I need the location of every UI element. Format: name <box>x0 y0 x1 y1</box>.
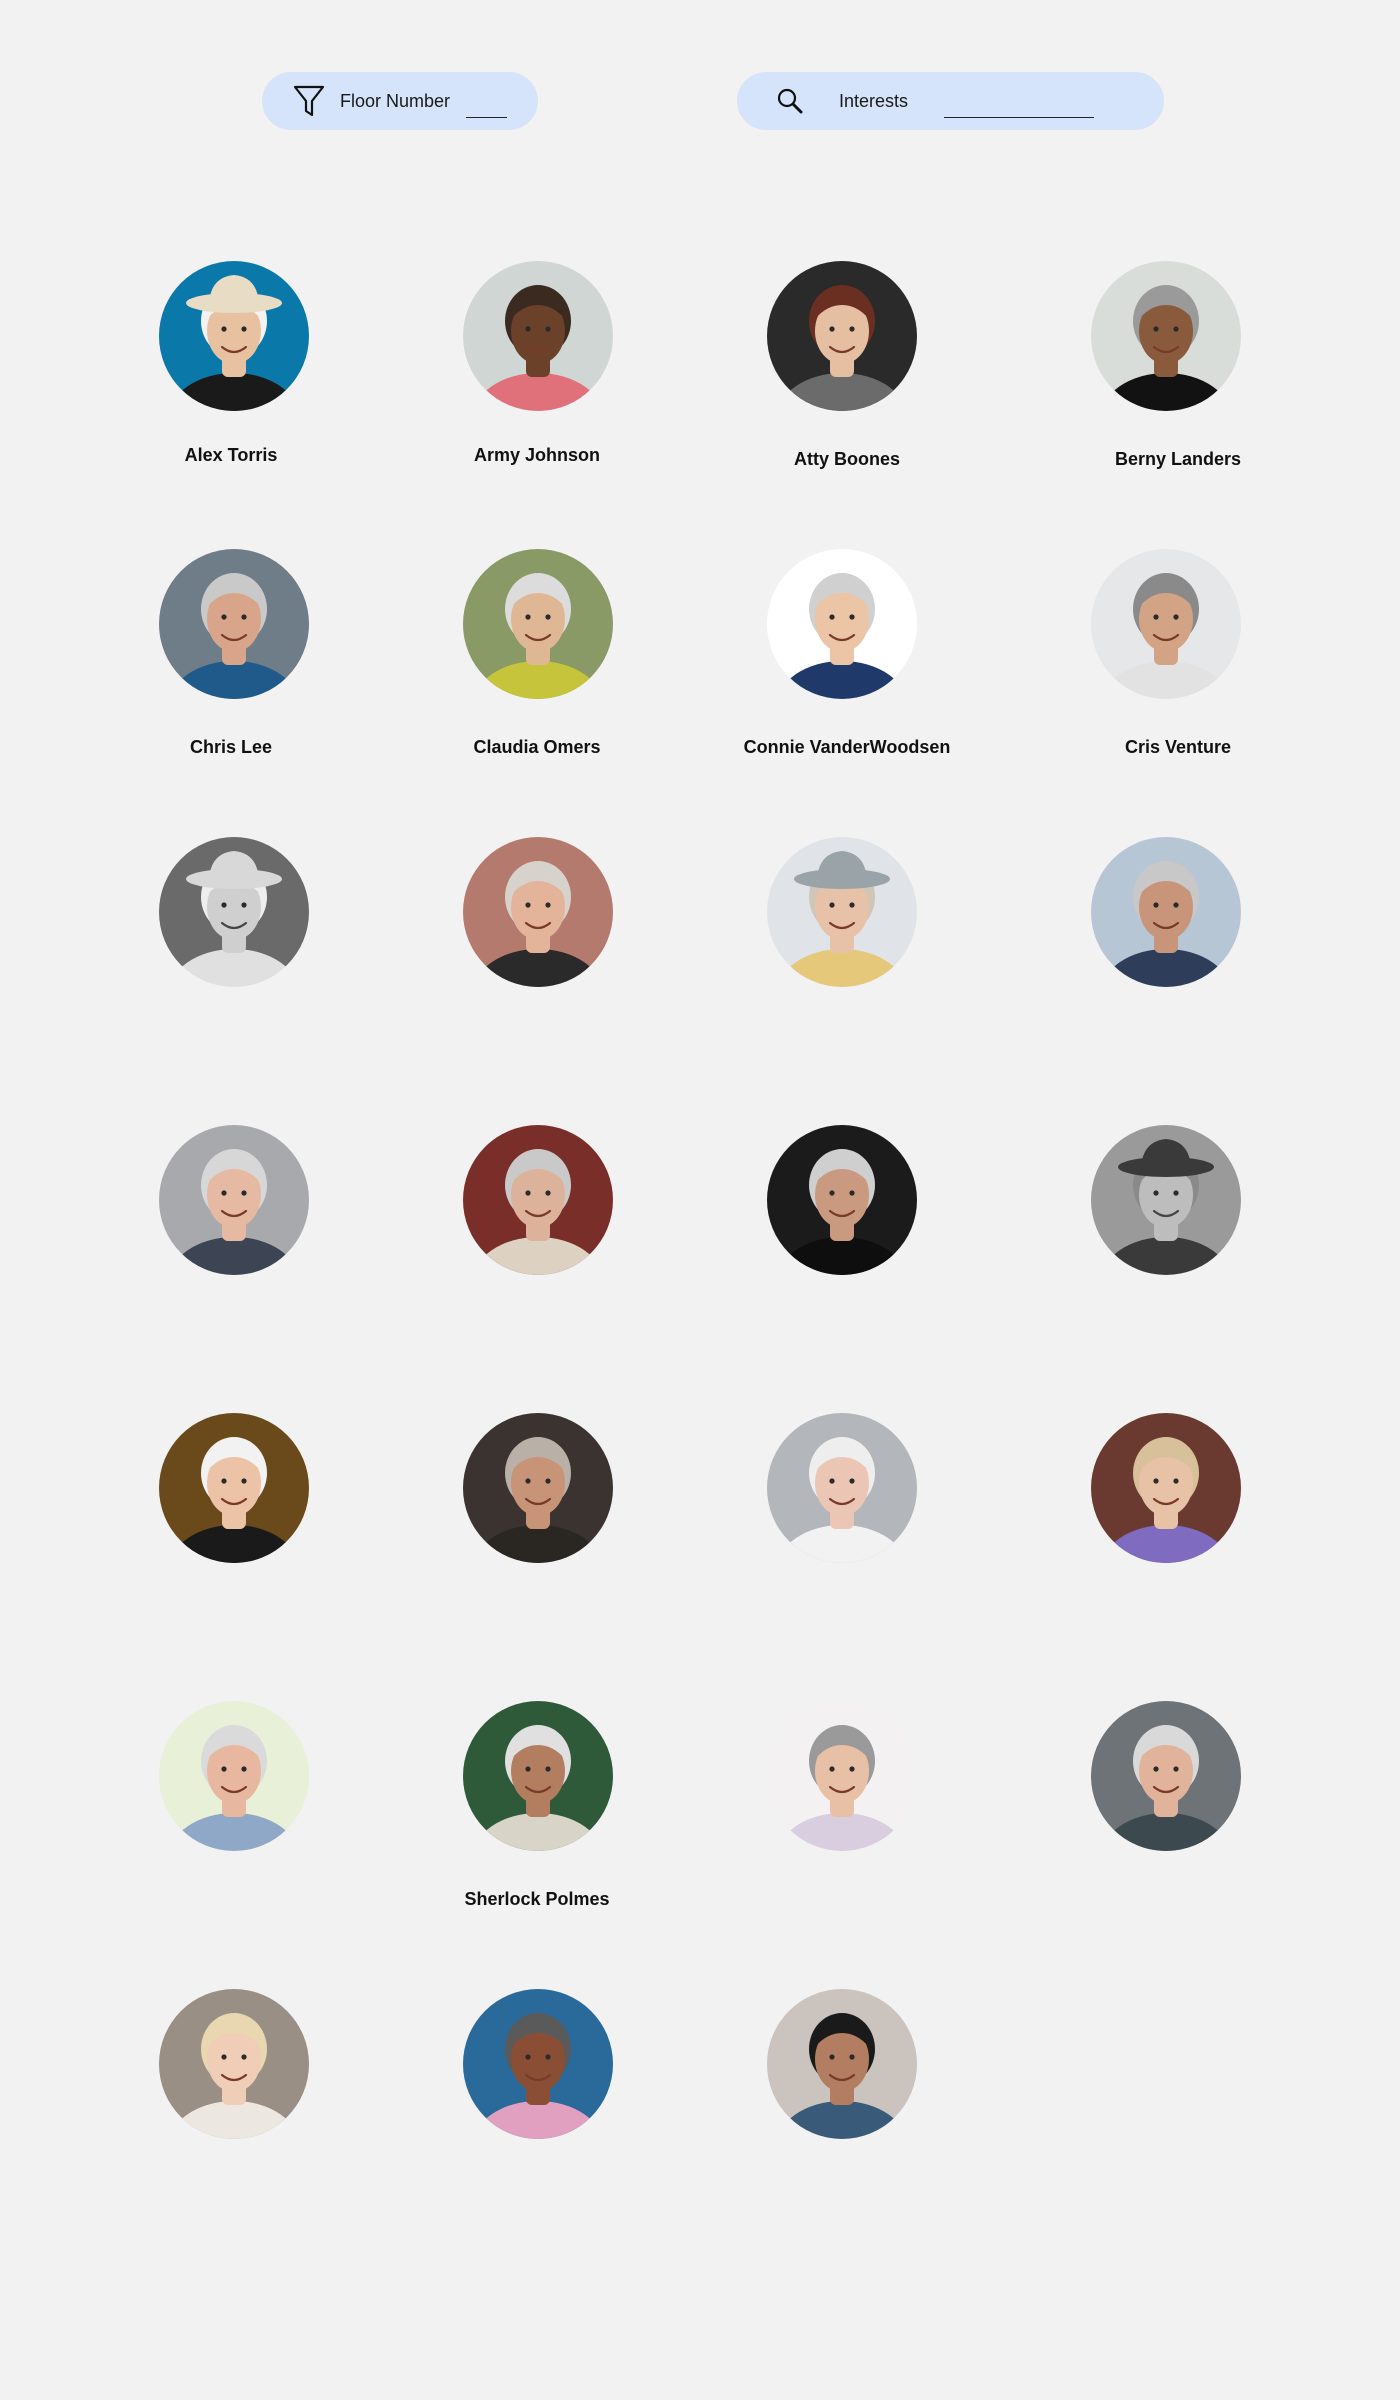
resident-name: Sherlock Polmes <box>464 1889 610 1909</box>
resident-photo[interactable] <box>159 1125 309 1275</box>
floor-number-input[interactable] <box>466 94 508 118</box>
resident-photo[interactable] <box>463 1989 613 2139</box>
resident-photo[interactable] <box>1091 1701 1241 1851</box>
resident-name: Connie VanderWoodsen <box>743 737 951 757</box>
filter-icon[interactable] <box>292 84 326 118</box>
resident-photo[interactable] <box>463 1701 613 1851</box>
floor-number-label: Floor Number <box>340 90 451 111</box>
resident-photo[interactable] <box>463 1125 613 1275</box>
resident-name: Alex Torris <box>184 445 278 465</box>
resident-photo[interactable] <box>1091 1125 1241 1275</box>
resident-photo[interactable] <box>767 1989 917 2139</box>
search-icon[interactable] <box>773 84 807 118</box>
resident-photo[interactable] <box>159 261 309 411</box>
resident-photo[interactable] <box>463 261 613 411</box>
floor-number-filter[interactable]: Floor Number <box>262 72 538 130</box>
resident-photo[interactable] <box>767 1125 917 1275</box>
resident-photo[interactable] <box>159 1701 309 1851</box>
resident-name: Chris Lee <box>189 737 273 757</box>
resident-photo[interactable] <box>463 1413 613 1563</box>
resident-photo[interactable] <box>767 837 917 987</box>
resident-name: Army Johnson <box>473 445 601 465</box>
resident-name: Claudia Omers <box>473 737 601 757</box>
resident-photo[interactable] <box>1091 261 1241 411</box>
resident-photo[interactable] <box>767 1701 917 1851</box>
resident-photo[interactable] <box>159 549 309 699</box>
resident-photo[interactable] <box>159 1413 309 1563</box>
resident-photo[interactable] <box>1091 549 1241 699</box>
resident-photo[interactable] <box>463 549 613 699</box>
resident-photo[interactable] <box>767 261 917 411</box>
resident-photo[interactable] <box>463 837 613 987</box>
interests-search[interactable]: Interests <box>737 72 1164 130</box>
resident-photo[interactable] <box>767 1413 917 1563</box>
interests-input[interactable] <box>944 94 1095 118</box>
resident-name: Berny Landers <box>1114 449 1242 469</box>
interests-label: Interests <box>839 90 909 111</box>
resident-photo[interactable] <box>767 549 917 699</box>
resident-photo[interactable] <box>159 1989 309 2139</box>
resident-photo[interactable] <box>1091 1413 1241 1563</box>
resident-photo[interactable] <box>1091 837 1241 987</box>
resident-photo[interactable] <box>159 837 309 987</box>
resident-name: Atty Boones <box>793 449 900 469</box>
resident-name: Cris Venture <box>1124 737 1232 757</box>
